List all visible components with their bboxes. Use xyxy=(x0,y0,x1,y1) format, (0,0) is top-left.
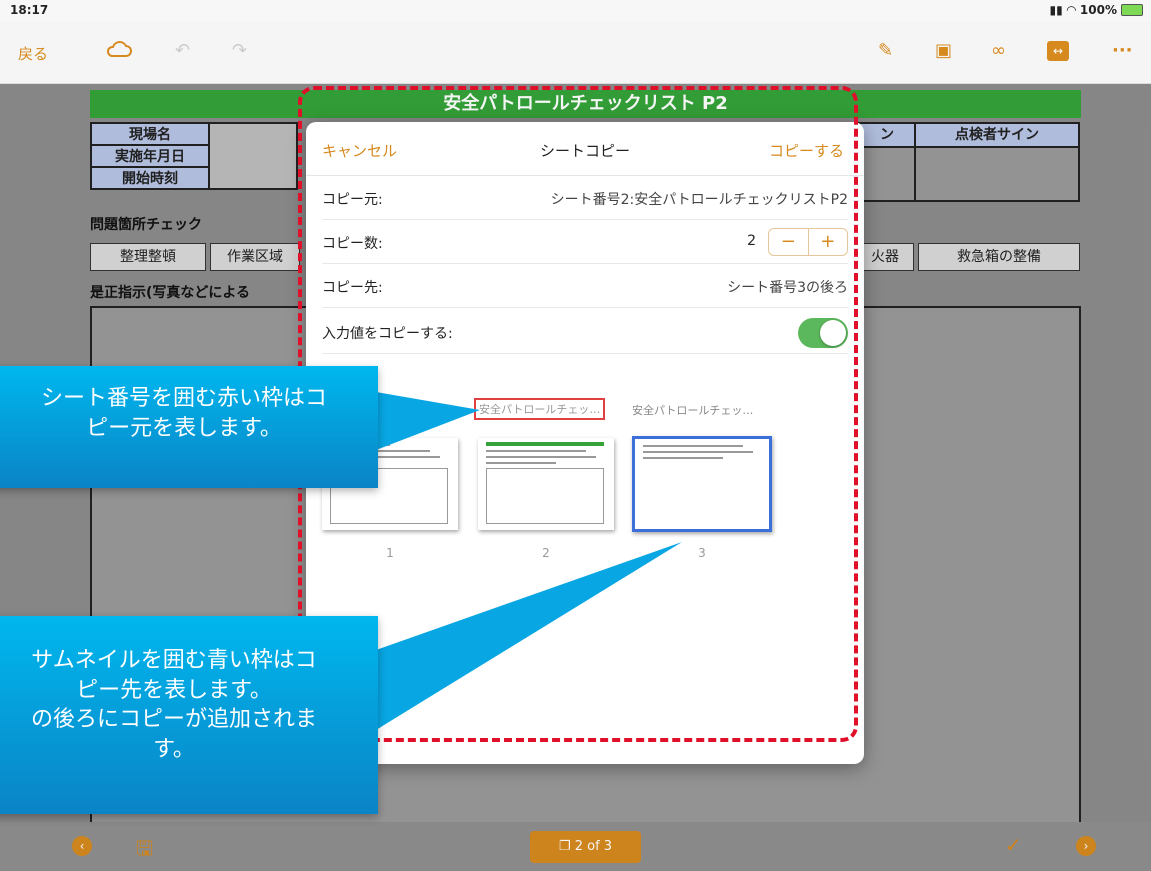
callout-1-line1: シート番号を囲む赤い枠はコ xyxy=(40,386,327,411)
callout-1-line2: ピー元を表します。 xyxy=(86,415,282,441)
count-stepper[interactable]: − + xyxy=(768,228,848,256)
sheet-thumbnail-2[interactable] xyxy=(478,438,614,530)
battery-text: 100% xyxy=(1079,3,1117,17)
callout-red-frame: シート番号を囲む赤い枠はコ ピー元を表します。 xyxy=(0,366,378,488)
thumbnail-label-3: 安全パトロールチェッ… xyxy=(632,404,754,417)
app-toolbar: 戻る ↶ ↷ ✎ ▣ ∞ ↔ ··· xyxy=(0,22,1151,84)
wifi-icon: ◠ xyxy=(1066,3,1076,17)
redo-icon[interactable]: ↷ xyxy=(232,40,247,61)
thumbnail-label-1: チェッ… xyxy=(418,404,462,417)
callout-2-line1: サムネイルを囲む青い枠はコ xyxy=(31,648,317,673)
thumbnail-number-2: 2 xyxy=(542,546,550,560)
dialog-header: キャンセル シートコピー コピーする xyxy=(306,122,864,176)
decrement-button[interactable]: − xyxy=(769,229,808,255)
thumbnail-label-2: 安全パトロールチェッ… xyxy=(474,398,606,420)
callout-2-line3: の後ろにコピーが追加されま xyxy=(30,707,317,733)
more-icon[interactable]: ··· xyxy=(1112,40,1133,61)
signal-icon: ▮▮ xyxy=(1049,3,1063,17)
count-label: コピー数: xyxy=(322,236,383,252)
toggle-knob xyxy=(820,320,846,346)
sheet-copy-dialog: キャンセル シートコピー コピーする コピー元: シート番号2:安全パトロールチ… xyxy=(306,122,864,764)
status-time: 18:17 xyxy=(10,3,49,17)
callout-2-line2: ピー先を表します。 xyxy=(76,677,272,703)
source-label: コピー元: xyxy=(322,192,383,208)
source-row: コピー元: シート番号2:安全パトロールチェックリストP2 xyxy=(322,176,848,220)
count-value: 2 xyxy=(747,233,756,249)
destination-label: コピー先: xyxy=(322,280,383,296)
copy-values-row: 入力値をコピーする: xyxy=(322,310,848,354)
destination-value: シート番号3の後ろ xyxy=(727,280,848,296)
callout-blue-frame: サムネイルを囲む青い枠はコ ピー先を表します。 の後ろにコピーが追加されま す。 xyxy=(0,616,378,814)
copy-values-toggle[interactable] xyxy=(798,318,848,348)
count-row: コピー数: 2 − + xyxy=(322,220,848,264)
source-value: シート番号2:安全パトロールチェックリストP2 xyxy=(550,192,848,208)
pen-icon[interactable]: ✎ xyxy=(878,40,893,61)
cloud-icon[interactable] xyxy=(106,40,132,63)
thumbnail-number-3: 3 xyxy=(698,546,706,560)
copy-button[interactable]: コピーする xyxy=(769,140,844,161)
copy-values-label: 入力値をコピーする: xyxy=(322,326,453,342)
callout-2-line4: す。 xyxy=(153,737,195,763)
link-icon[interactable]: ∞ xyxy=(991,40,1006,61)
undo-icon[interactable]: ↶ xyxy=(175,40,190,61)
destination-row[interactable]: コピー先: シート番号3の後ろ xyxy=(322,264,848,308)
thumbnail-number-1: 1 xyxy=(386,546,394,560)
status-indicators: ▮▮ ◠ 100% xyxy=(1049,3,1143,17)
sheet-thumbnail-3[interactable] xyxy=(632,436,772,532)
battery-icon xyxy=(1121,4,1143,16)
image-icon[interactable]: ▣ xyxy=(935,40,952,61)
increment-button[interactable]: + xyxy=(809,229,848,255)
resize-icon[interactable]: ↔ xyxy=(1047,41,1069,61)
status-bar: 18:17 ▮▮ ◠ 100% xyxy=(0,0,1151,22)
back-button[interactable]: 戻る xyxy=(18,43,48,64)
